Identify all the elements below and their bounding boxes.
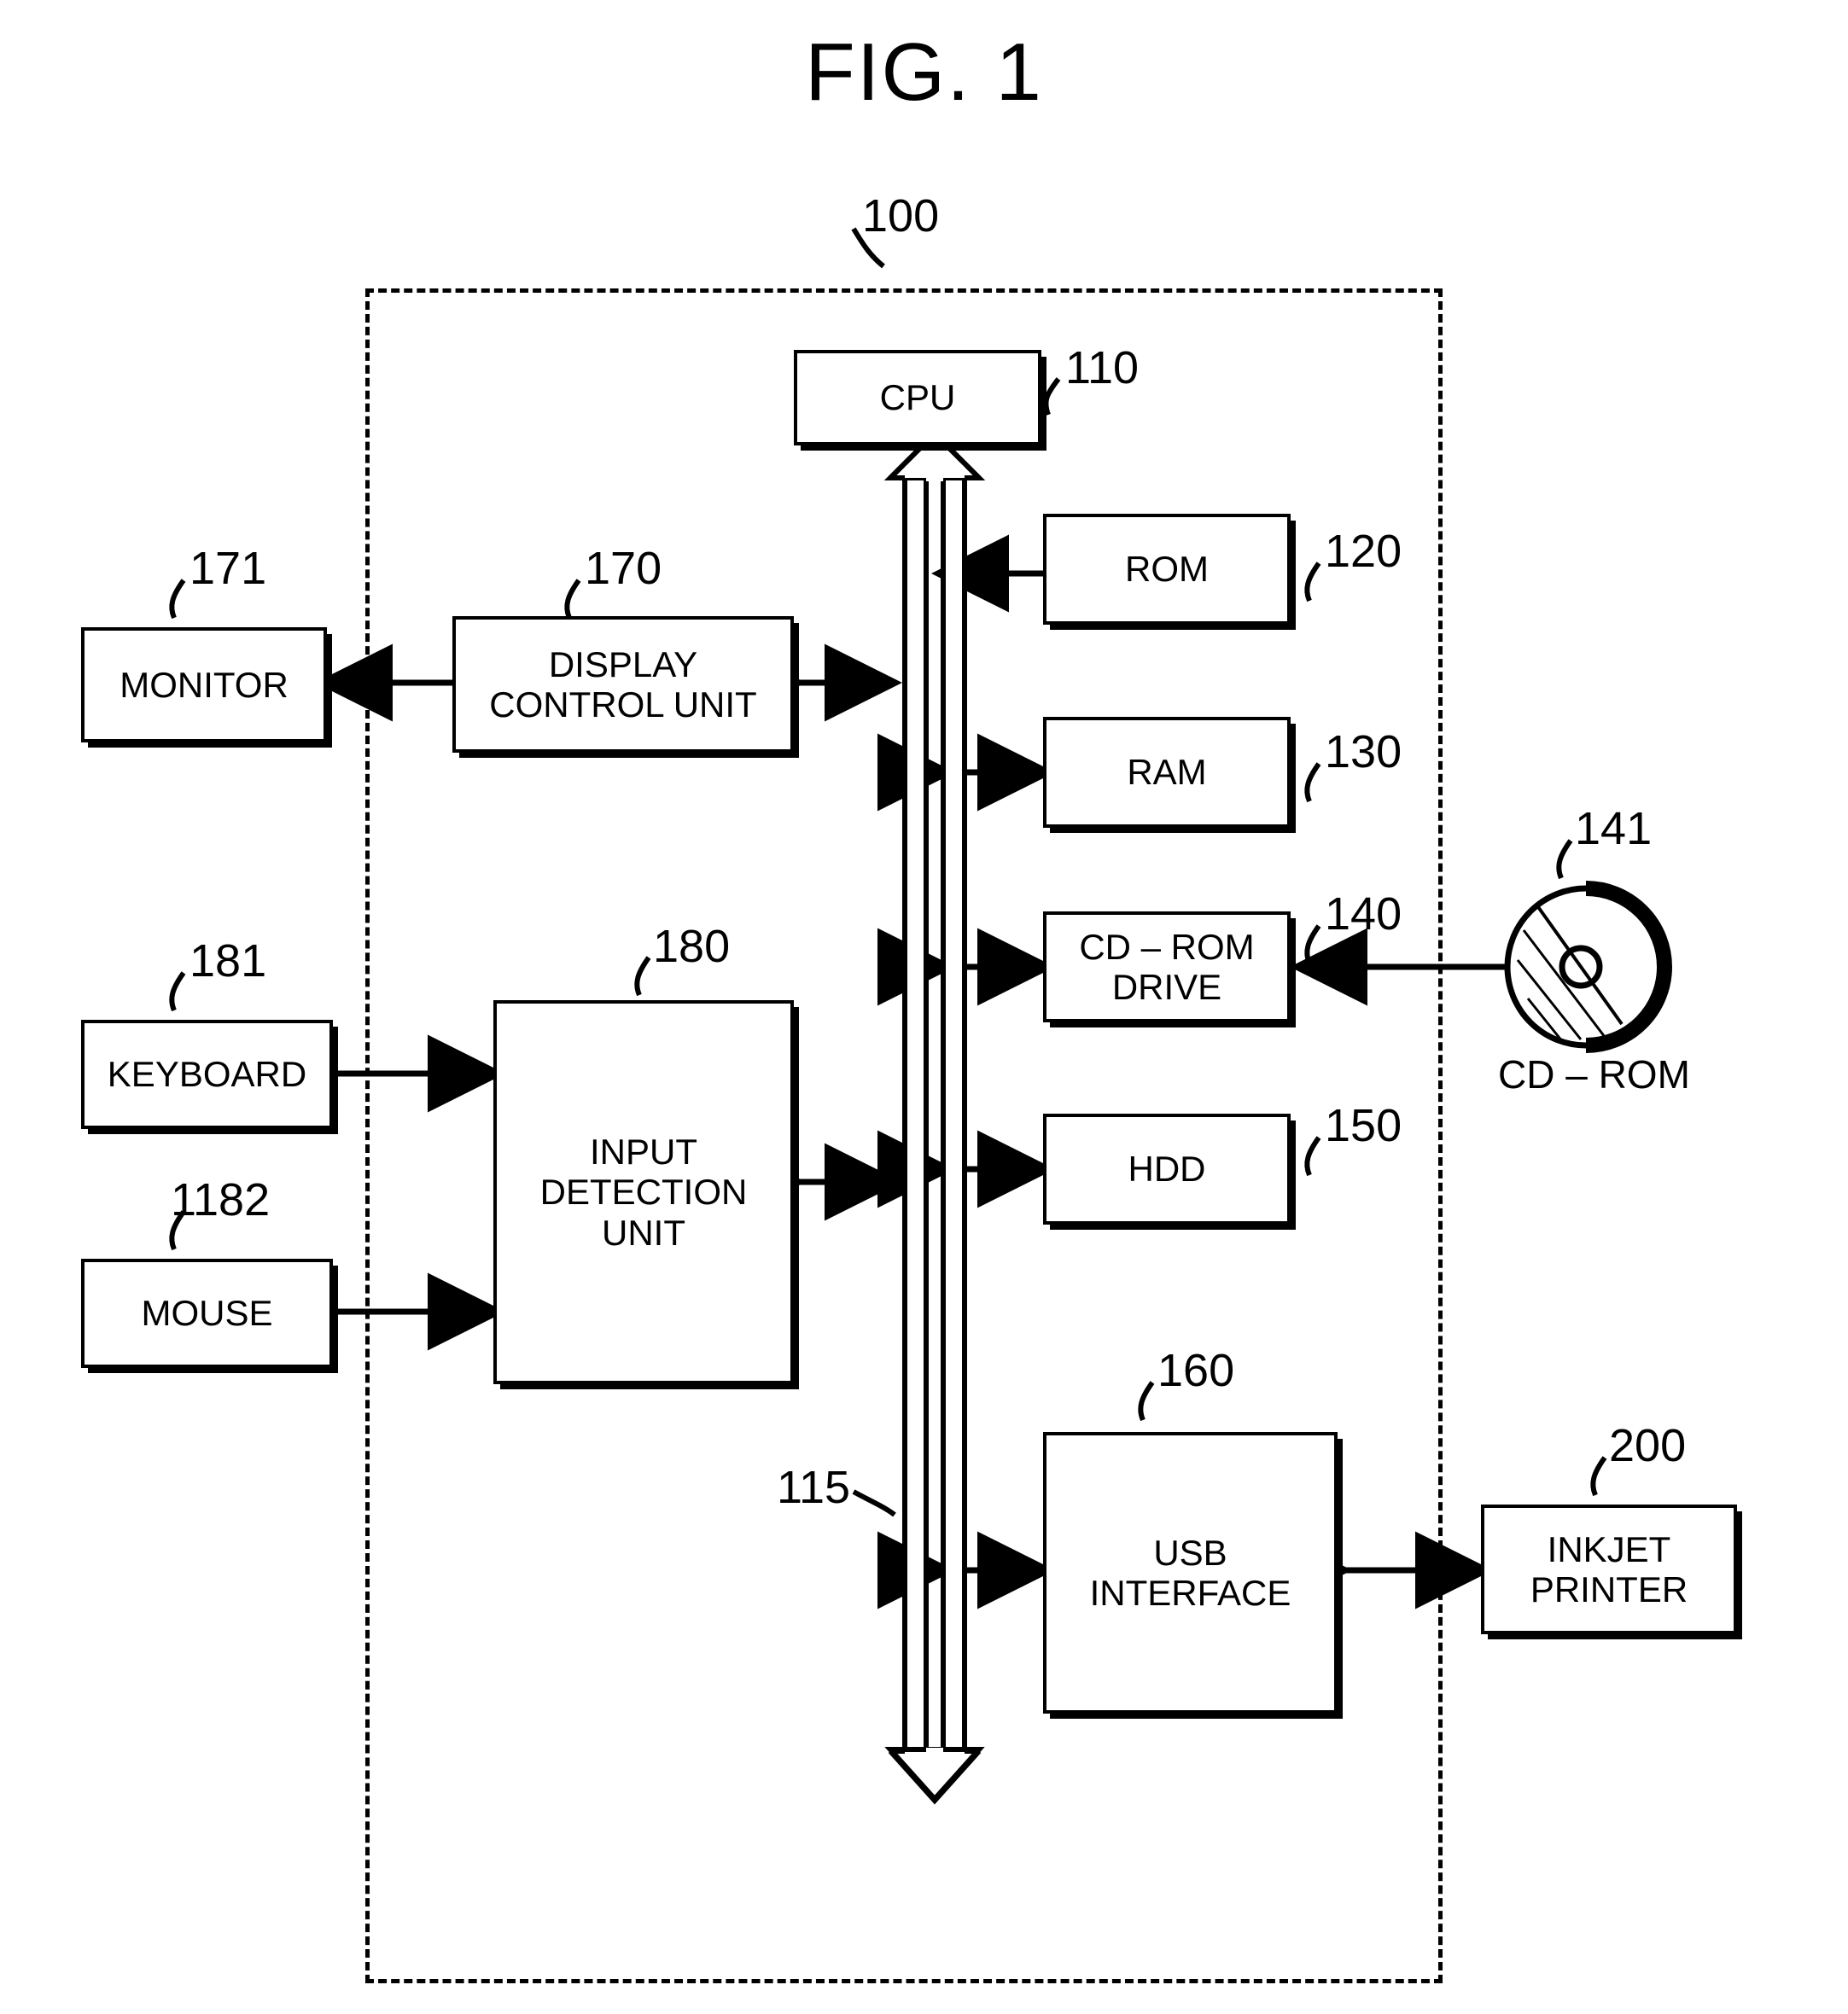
- block-hdd-label: HDD: [1128, 1149, 1206, 1190]
- ref-170: 170: [585, 543, 662, 594]
- block-keyboard: KEYBOARD: [81, 1020, 333, 1129]
- block-monitor: MONITOR: [81, 627, 327, 742]
- block-display-control-unit-label-1: DISPLAY: [548, 643, 698, 684]
- ref-110: 110: [1065, 342, 1140, 393]
- block-display-control-unit-label-2: CONTROL UNIT: [489, 684, 757, 725]
- block-display-control-unit: DISPLAY CONTROL UNIT: [452, 616, 794, 753]
- ref-141: 141: [1575, 803, 1653, 854]
- ref-181: 181: [189, 935, 267, 987]
- block-inkjet-printer: INKJET PRINTER: [1481, 1505, 1737, 1634]
- block-input-detection-unit-label-1: INPUT: [590, 1132, 697, 1173]
- block-usb-interface-label-2: INTERFACE: [1089, 1573, 1291, 1613]
- block-mouse: MOUSE: [81, 1259, 333, 1368]
- block-input-detection-unit-label-2: DETECTION: [539, 1172, 748, 1213]
- block-ram-label: RAM: [1127, 752, 1207, 793]
- block-cpu-label: CPU: [879, 377, 956, 418]
- block-usb-interface: USB INTERFACE: [1043, 1432, 1338, 1714]
- block-inkjet-printer-label-1: INKJET: [1547, 1528, 1671, 1569]
- cdrom-media-label: CD – ROM: [1498, 1052, 1690, 1097]
- block-rom: ROM: [1043, 514, 1291, 625]
- ref-171: 171: [189, 543, 267, 594]
- block-cpu: CPU: [794, 350, 1041, 445]
- block-input-detection-unit-label-3: UNIT: [602, 1212, 685, 1253]
- cdrom-disc-graphic: [1504, 881, 1672, 1053]
- figure-page: FIG. 1 CPU ROM RAM CD – ROM DRIVE HDD US…: [0, 0, 1848, 2014]
- ref-140: 140: [1325, 888, 1402, 940]
- ref-1182: 1182: [171, 1174, 271, 1225]
- ref-115: 115: [777, 1462, 851, 1513]
- block-mouse-label: MOUSE: [141, 1293, 273, 1334]
- block-hdd: HDD: [1043, 1114, 1291, 1225]
- block-rom-label: ROM: [1125, 549, 1209, 590]
- block-ram: RAM: [1043, 717, 1291, 828]
- ref-150: 150: [1325, 1100, 1402, 1151]
- block-inkjet-printer-label-2: PRINTER: [1530, 1569, 1688, 1609]
- block-monitor-label: MONITOR: [120, 664, 289, 705]
- ref-180: 180: [653, 921, 731, 972]
- page-title: FIG. 1: [805, 26, 1043, 118]
- block-usb-interface-label-1: USB: [1153, 1532, 1227, 1573]
- ref-200: 200: [1609, 1420, 1687, 1471]
- block-cdrom-drive-label-1: CD – ROM: [1079, 926, 1255, 967]
- ref-120: 120: [1325, 526, 1402, 577]
- block-input-detection-unit: INPUT DETECTION UNIT: [493, 1000, 794, 1384]
- ref-130: 130: [1325, 726, 1402, 777]
- block-cdrom-drive-label-2: DRIVE: [1111, 967, 1222, 1007]
- block-keyboard-label: KEYBOARD: [107, 1054, 307, 1095]
- ref-100: 100: [862, 190, 940, 242]
- block-cdrom-drive: CD – ROM DRIVE: [1043, 911, 1291, 1022]
- ref-160: 160: [1157, 1345, 1235, 1396]
